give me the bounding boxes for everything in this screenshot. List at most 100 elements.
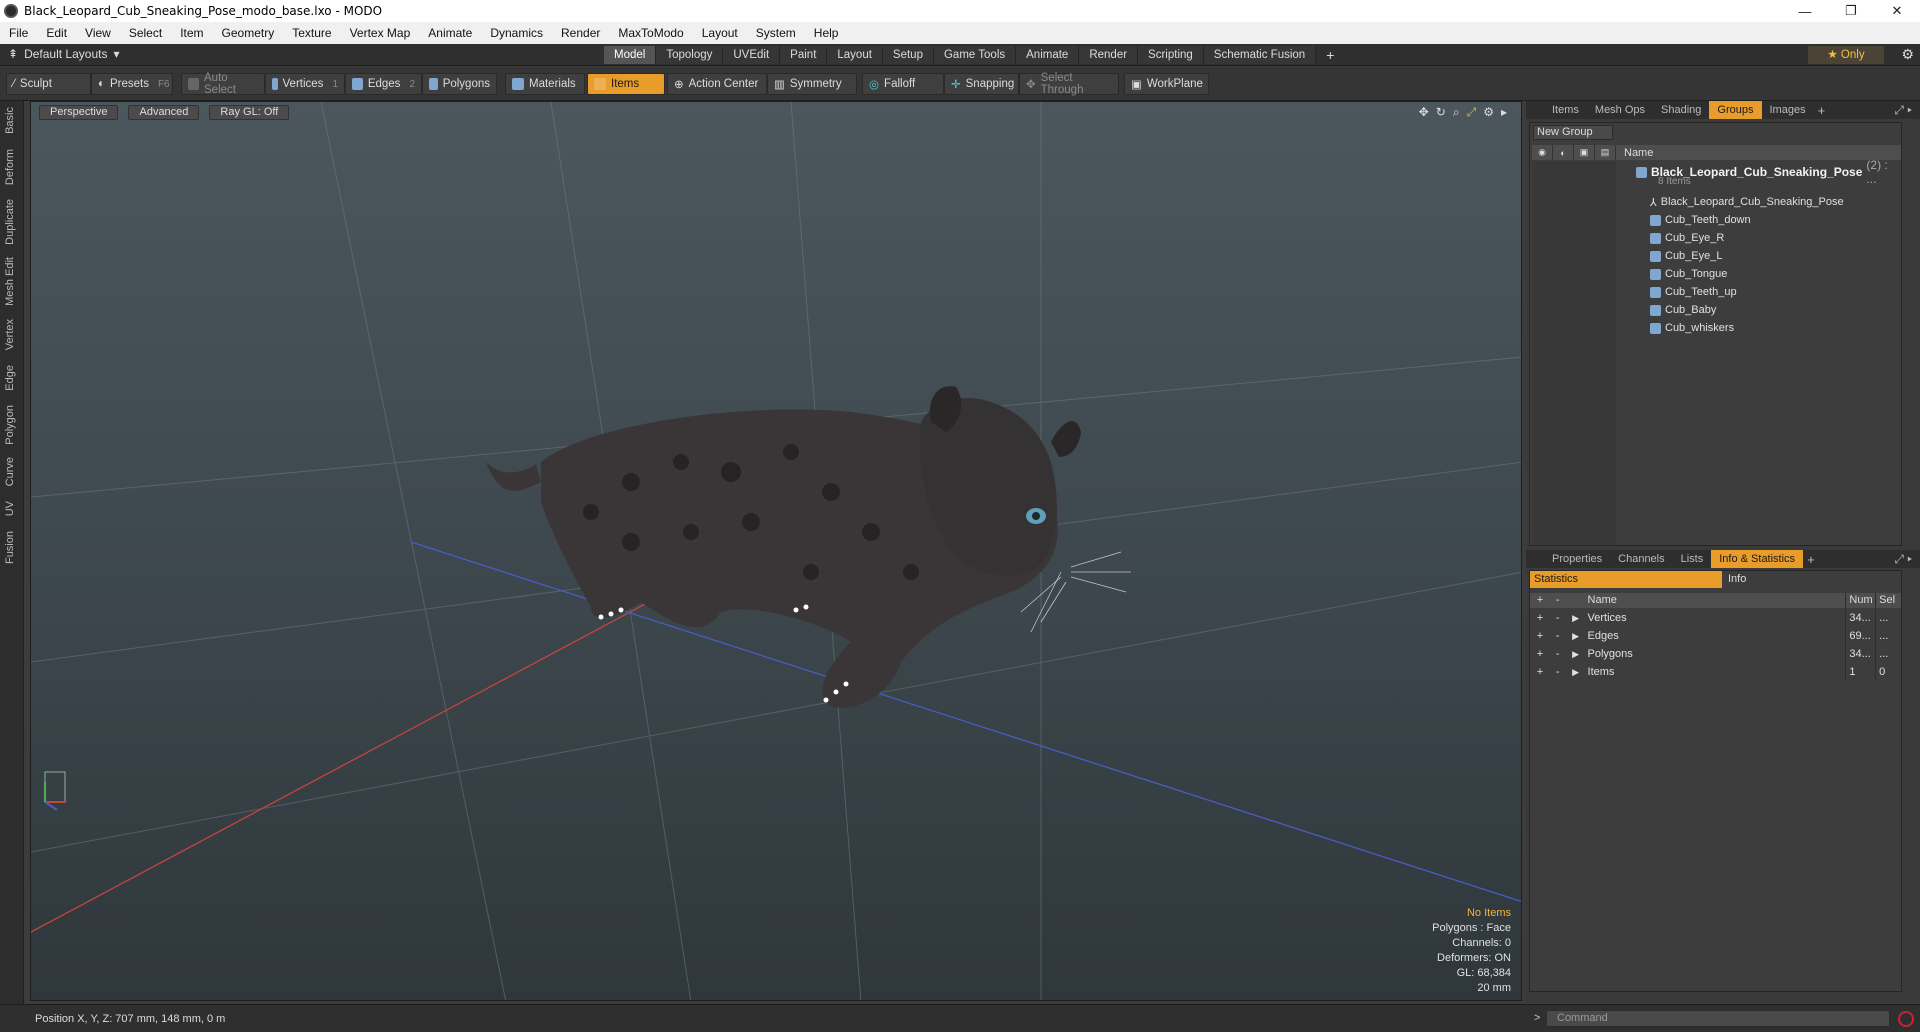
tab-properties[interactable]: Properties [1544,550,1610,568]
add-tab-icon[interactable]: + [1818,103,1826,118]
tab-topology[interactable]: Topology [656,46,724,64]
list-item[interactable]: Cub_Teeth_down [1650,211,1751,229]
expand-arrow-icon[interactable]: ▶ [1566,627,1586,645]
close-button[interactable]: ✕ [1874,0,1920,22]
list-item[interactable]: Cub_Tongue [1650,265,1727,283]
list-item[interactable]: Cub_whiskers [1650,319,1734,337]
list-item[interactable]: Cub_Baby [1650,301,1716,319]
only-toggle[interactable]: ★ Only [1808,46,1884,64]
tab-channels[interactable]: Channels [1610,550,1672,568]
menu-item[interactable]: Item [171,26,212,40]
zoom-view-icon[interactable]: ⌕ [1453,105,1460,120]
expand-arrow-icon[interactable]: ▶ [1566,663,1586,681]
tab-shading[interactable]: Shading [1653,101,1709,119]
sculpt-button[interactable]: ⁄ Sculpt [6,73,91,95]
vtab-mesh-edit[interactable]: Mesh Edit [4,257,16,306]
table-row[interactable]: + - ▶ Vertices 34... ... [1530,609,1901,627]
viewport-menu-icon[interactable]: ▸ [1501,105,1507,120]
remove-icon[interactable]: - [1550,609,1566,627]
3d-viewport[interactable]: Perspective Advanced Ray GL: Off ✥ ↻ ⌕ ⤢… [30,101,1522,1001]
workplane-button[interactable]: ▣ WorkPlane [1124,73,1209,95]
vtab-basic[interactable]: Basic [4,107,16,134]
vtab-fusion[interactable]: Fusion [4,531,16,564]
tab-groups[interactable]: Groups [1709,101,1762,119]
items-button[interactable]: Items [587,73,665,95]
maximize-button[interactable]: ❐ [1828,0,1874,22]
gear-icon[interactable]: ⚙ [1901,46,1914,63]
tab-info[interactable]: Info [1722,571,1746,588]
table-row[interactable]: + - ▶ Edges 69... ... [1530,627,1901,645]
vtab-duplicate[interactable]: Duplicate [4,199,16,245]
edges-button[interactable]: Edges 2 [345,73,422,95]
vtab-deform[interactable]: Deform [4,149,16,185]
list-item[interactable]: ⅄ Black_Leopard_Cub_Sneaking_Pose [1650,193,1844,211]
tab-schematic-fusion[interactable]: Schematic Fusion [1203,46,1317,64]
vtab-uv[interactable]: UV [4,501,16,516]
list-item[interactable]: Cub_Eye_R [1650,229,1724,247]
snapping-button[interactable]: ✛ Snapping [944,73,1019,95]
layout-selector[interactable]: ⇞ Default Layouts ▾ [8,47,119,61]
menu-texture[interactable]: Texture [283,26,340,40]
tab-model[interactable]: Model [604,46,657,64]
perspective-dropdown[interactable]: Perspective [39,105,119,120]
add-icon[interactable]: + [1530,627,1550,645]
expand-arrow-icon[interactable]: ▶ [1566,645,1586,663]
vtab-polygon[interactable]: Polygon [4,405,16,445]
add-icon[interactable]: + [1530,645,1550,663]
symmetry-button[interactable]: ▥ Symmetry [767,73,857,95]
menu-maxtomodo[interactable]: MaxToModo [609,26,692,40]
tab-images[interactable]: Images [1762,101,1814,119]
command-input[interactable]: Command [1546,1010,1890,1027]
add-icon[interactable]: + [1530,663,1550,681]
tab-uvedit[interactable]: UVEdit [723,46,781,64]
tab-mesh-ops[interactable]: Mesh Ops [1587,101,1653,119]
menu-render[interactable]: Render [552,26,609,40]
raygl-toggle[interactable]: Ray GL: Off [209,105,290,120]
auto-select-button[interactable]: Auto Select [181,72,265,96]
expand-panel-icon[interactable]: ⤢ ▸ [1894,103,1912,118]
remove-icon[interactable]: - [1550,645,1566,663]
tab-game-tools[interactable]: Game Tools [933,46,1017,64]
list-item[interactable]: Cub_Eye_L [1650,247,1723,265]
presets-button[interactable]: ◐ Presets F6 [91,73,173,95]
polygons-button[interactable]: Polygons [422,73,497,95]
menu-layout[interactable]: Layout [693,26,747,40]
expand-arrow-icon[interactable]: ▶ [1566,609,1586,627]
menu-system[interactable]: System [747,26,805,40]
menu-select[interactable]: Select [120,26,171,40]
tab-layout[interactable]: Layout [827,46,883,64]
vtab-curve[interactable]: Curve [4,457,16,486]
expand-all-icon[interactable]: + [1530,593,1550,608]
table-row[interactable]: + - ▶ Polygons 34... ... [1530,645,1901,663]
menu-geometry[interactable]: Geometry [213,26,284,40]
new-group-button[interactable]: New Group [1533,125,1613,140]
rotate-view-icon[interactable]: ↻ [1436,105,1446,120]
collapse-all-icon[interactable]: - [1550,593,1566,608]
menu-dynamics[interactable]: Dynamics [481,26,552,40]
menu-help[interactable]: Help [805,26,848,40]
minimize-button[interactable]: — [1782,0,1828,22]
tab-paint[interactable]: Paint [780,46,828,64]
add-icon[interactable]: + [1530,609,1550,627]
menu-vertex-map[interactable]: Vertex Map [341,26,420,40]
remove-icon[interactable]: - [1550,627,1566,645]
leopard-cub-model[interactable] [486,386,1131,708]
tab-scripting[interactable]: Scripting [1138,46,1204,64]
list-item[interactable]: Cub_Teeth_up [1650,283,1737,301]
advanced-dropdown[interactable]: Advanced [128,105,200,120]
tab-info-statistics[interactable]: Info & Statistics [1711,550,1804,568]
menu-view[interactable]: View [76,26,120,40]
record-icon[interactable] [1898,1011,1914,1027]
select-through-button[interactable]: ✥ Select Through [1019,72,1119,96]
materials-button[interactable]: Materials [505,73,585,95]
tab-render[interactable]: Render [1079,46,1139,64]
tab-animate[interactable]: Animate [1016,46,1080,64]
vtab-edge[interactable]: Edge [4,365,16,391]
tab-setup[interactable]: Setup [882,46,934,64]
remove-icon[interactable]: - [1550,663,1566,681]
tab-statistics[interactable]: Statistics [1530,571,1722,588]
viewport-settings-icon[interactable]: ⚙ [1483,105,1494,120]
tab-lists[interactable]: Lists [1673,550,1712,568]
vtab-vertex[interactable]: Vertex [4,319,16,350]
table-row[interactable]: + - ▶ Items 1 0 [1530,663,1901,681]
